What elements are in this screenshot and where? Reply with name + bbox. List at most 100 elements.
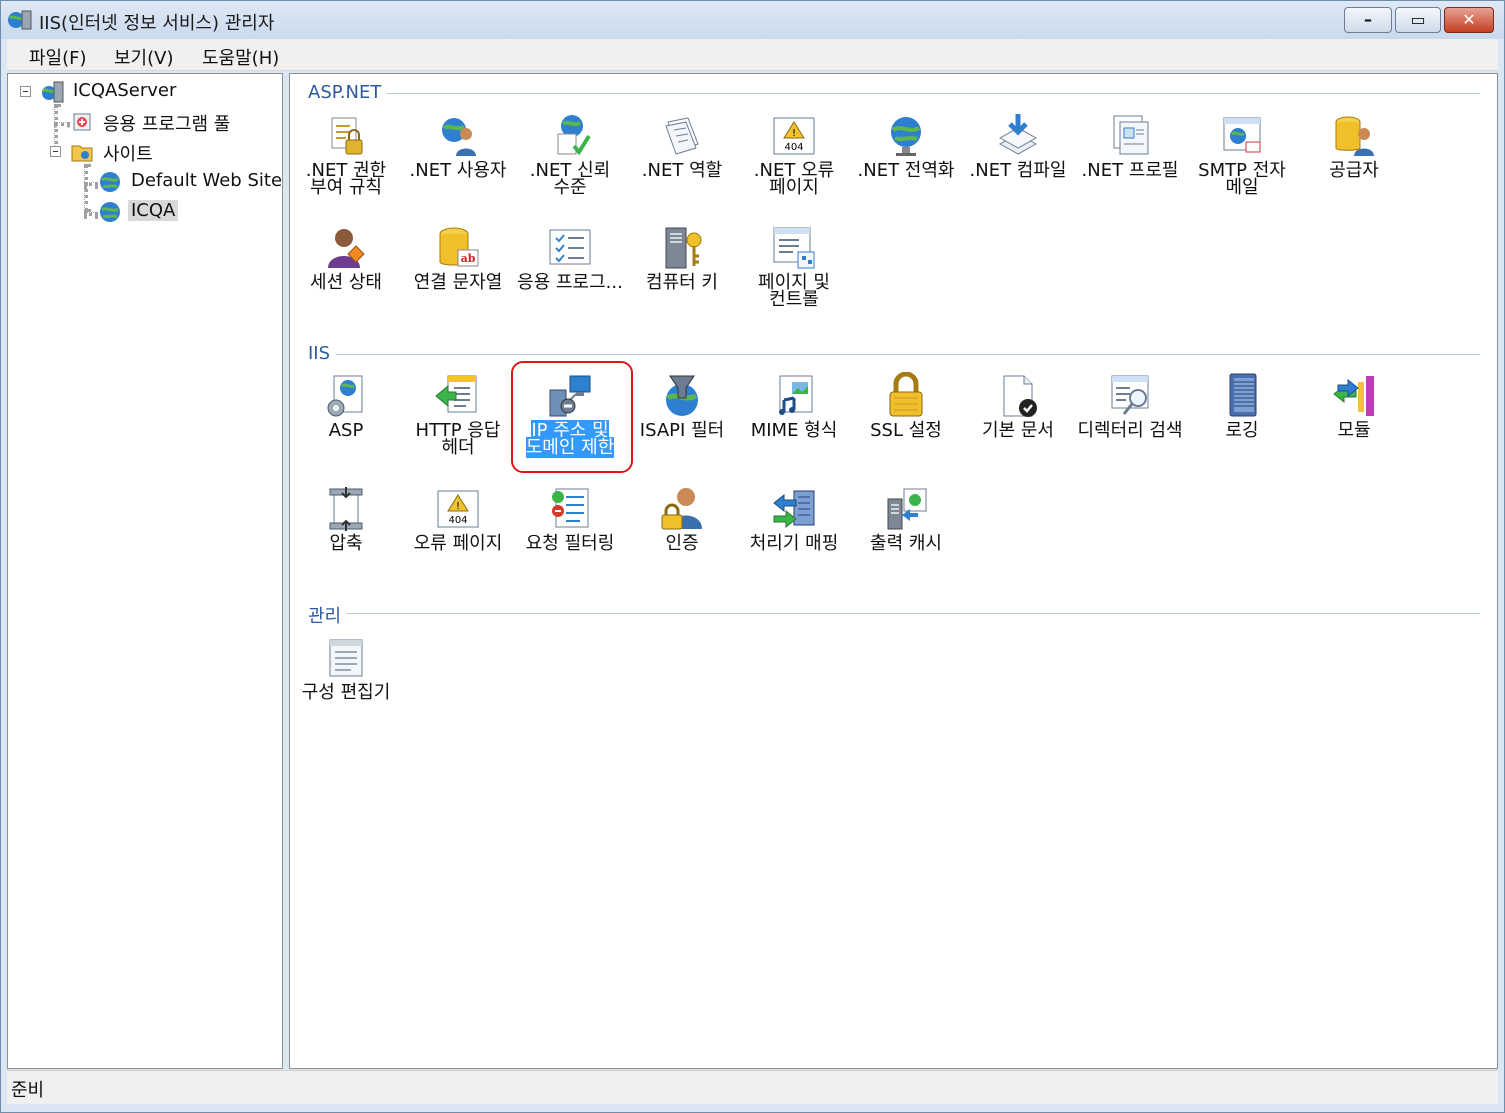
tree-label: 응용 프로그램 풀 — [103, 114, 231, 135]
feature-label: .NET 신뢰 수준 — [529, 160, 611, 198]
tree-connector — [54, 104, 58, 152]
feature-label: 모듈 — [1337, 420, 1371, 441]
app-settings-icon — [549, 229, 591, 265]
feature-label: 인증 — [665, 533, 699, 554]
maximize-button[interactable]: ▭ — [1395, 7, 1441, 33]
feature-net-users[interactable]: .NET 사용자 — [402, 112, 514, 216]
feature-handler-mappings[interactable]: 처리기 매핑 — [738, 485, 850, 589]
globe-icon — [100, 202, 120, 222]
window-title: IIS(인터넷 정보 서비스) 관리자 — [39, 13, 275, 34]
feature-net-compilation[interactable]: .NET 컴파일 — [962, 112, 1074, 216]
feature-net-roles[interactable]: .NET 역할 — [626, 112, 738, 216]
minimize-button[interactable]: – — [1344, 7, 1392, 33]
default-document-icon — [1003, 375, 1037, 417]
asp-icon — [327, 375, 363, 417]
collapse-server-toggle[interactable] — [20, 86, 31, 97]
tree-label: 사이트 — [103, 144, 153, 165]
feature-net-error-pages[interactable]: ! 404 .NET 오류 페이지 — [738, 112, 850, 216]
tree-label: ICQA — [128, 200, 179, 221]
authentication-icon — [661, 488, 702, 530]
feature-net-profile[interactable]: .NET 프로필 — [1074, 112, 1186, 216]
tree-connector — [54, 122, 70, 126]
feature-output-caching[interactable]: 출력 캐시 — [850, 485, 962, 589]
feature-default-document[interactable]: 기본 문서 — [962, 372, 1074, 476]
menu-file[interactable]: 파일(F) — [29, 44, 87, 70]
feature-label: 요청 필터링 — [525, 533, 615, 554]
feature-label: .NET 사용자 — [409, 160, 507, 181]
feature-label: HTTP 응답 헤더 — [415, 420, 501, 458]
feature-net-globalization[interactable]: .NET 전역화 — [850, 112, 962, 216]
title-bar[interactable]: IIS(인터넷 정보 서비스) 관리자 – ▭ ✕ — [1, 1, 1504, 39]
tree-connector — [84, 182, 98, 186]
close-button[interactable]: ✕ — [1444, 7, 1494, 33]
tree-label: ICQAServer — [73, 80, 177, 101]
section-title: ASP.NET — [308, 82, 388, 103]
feature-authentication[interactable]: 인증 — [626, 485, 738, 589]
status-text: 준비 — [11, 1080, 45, 1101]
feature-label: 로깅 — [1225, 420, 1259, 441]
feature-session-state[interactable]: 세션 상태 — [290, 224, 402, 328]
handler-mappings-icon — [773, 490, 815, 529]
feature-label: 페이지 및 컨트롤 — [758, 272, 830, 310]
feature-request-filtering[interactable]: 요청 필터링 — [514, 485, 626, 589]
globe-icon — [100, 172, 120, 192]
feature-label: .NET 프로필 — [1081, 160, 1179, 181]
feature-pages-and-controls[interactable]: 페이지 및 컨트롤 — [738, 224, 850, 328]
directory-browsing-icon — [1111, 375, 1149, 415]
session-icon — [328, 229, 365, 268]
feature-configuration-editor[interactable]: 구성 편집기 — [290, 634, 402, 738]
feature-machine-key[interactable]: 컴퓨터 키 — [626, 224, 738, 328]
feature-providers[interactable]: 공급자 — [1298, 112, 1410, 216]
menu-view[interactable]: 보기(V) — [114, 44, 173, 70]
feature-smtp-email[interactable]: SMTP 전자 메일 — [1186, 112, 1298, 216]
modules-icon — [1333, 376, 1374, 416]
logging-icon — [1229, 373, 1257, 417]
feature-label: .NET 권한 부여 규칙 — [305, 160, 387, 198]
feature-label: SMTP 전자 메일 — [1198, 160, 1286, 198]
feature-label: MIME 형식 — [750, 420, 838, 441]
app-pool-icon — [73, 113, 91, 131]
feature-label: 응용 프로그... — [517, 272, 623, 293]
tree-connector — [84, 164, 88, 212]
folder-icon — [71, 145, 93, 162]
menu-help[interactable]: 도움말(H) — [202, 44, 279, 70]
svg-text:!: ! — [456, 501, 460, 512]
isapi-filter-icon — [666, 375, 698, 416]
error-page-icon: ! 404 — [773, 117, 815, 155]
users-icon — [442, 118, 476, 156]
feature-error-pages[interactable]: ! 404 오류 페이지 — [402, 485, 514, 589]
feature-label: .NET 오류 페이지 — [753, 160, 835, 198]
iis-app-icon — [8, 10, 32, 30]
feature-logging[interactable]: 로깅 — [1186, 372, 1298, 476]
feature-label: .NET 역할 — [641, 160, 723, 181]
svg-text:ab: ab — [461, 252, 476, 265]
server-icon — [41, 81, 64, 103]
feature-label: 세션 상태 — [310, 272, 382, 293]
feature-label: 압축 — [329, 533, 363, 554]
feature-net-authorization-rules[interactable]: .NET 권한 부여 규칙 — [290, 112, 402, 216]
section-header-aspnet: ASP.NET — [308, 82, 1480, 106]
feature-modules[interactable]: 모듈 — [1298, 372, 1410, 476]
http-headers-icon — [435, 375, 477, 413]
tree-connector — [84, 212, 98, 216]
feature-http-response-headers[interactable]: HTTP 응답 헤더 — [402, 372, 514, 476]
connection-string-icon: ab — [439, 227, 479, 267]
collapse-sites-toggle[interactable] — [50, 146, 61, 157]
section-header-iis: IIS — [308, 343, 1480, 367]
feature-label: 오류 페이지 — [413, 533, 503, 554]
close-icon: ✕ — [1462, 10, 1476, 29]
feature-ssl-settings[interactable]: SSL 설정 — [850, 372, 962, 476]
feature-label: 공급자 — [1329, 160, 1379, 181]
feature-label: .NET 컴파일 — [969, 160, 1067, 181]
feature-mime-types[interactable]: MIME 형식 — [738, 372, 850, 476]
authorization-icon — [331, 117, 363, 155]
feature-isapi-filters[interactable]: ISAPI 필터 — [626, 372, 738, 476]
feature-net-trust-levels[interactable]: .NET 신뢰 수준 — [514, 112, 626, 216]
feature-connection-strings[interactable]: ab 연결 문자열 — [402, 224, 514, 328]
feature-asp[interactable]: ASP — [290, 372, 402, 476]
feature-app-settings[interactable]: 응용 프로그... — [514, 224, 626, 328]
feature-directory-browsing[interactable]: 디렉터리 검색 — [1074, 372, 1186, 476]
feature-label: .NET 전역화 — [857, 160, 955, 181]
feature-compression[interactable]: 압축 — [290, 485, 402, 589]
feature-label: ISAPI 필터 — [639, 420, 725, 441]
